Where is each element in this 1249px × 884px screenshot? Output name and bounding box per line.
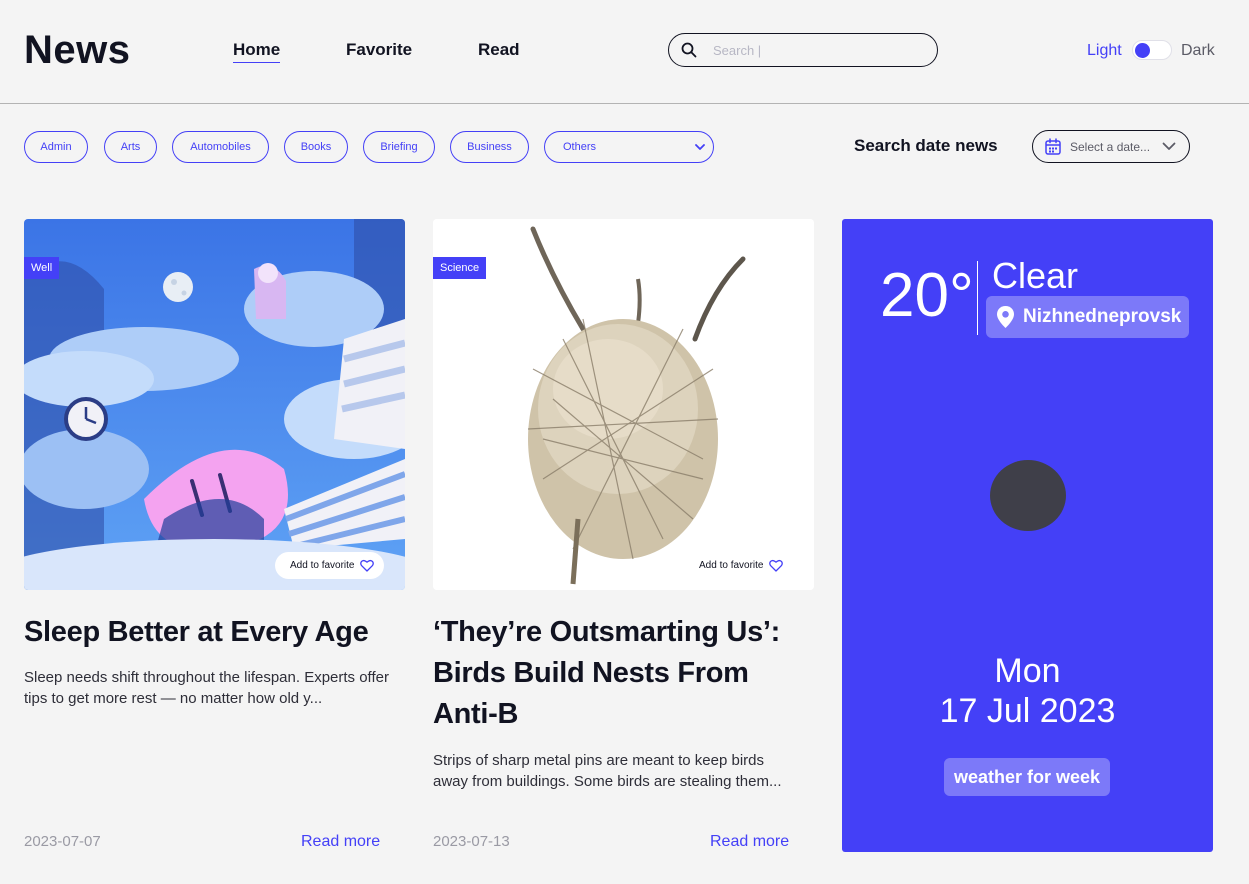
- nav-favorite[interactable]: Favorite: [346, 40, 412, 60]
- favorite-label: Add to favorite: [290, 560, 355, 571]
- category-arts[interactable]: Arts: [104, 131, 157, 163]
- weather-date: 17 Jul 2023: [939, 692, 1116, 730]
- heart-icon: [769, 559, 784, 572]
- theme-toggle[interactable]: [1132, 40, 1172, 60]
- article-title[interactable]: Sleep Better at Every Age: [24, 612, 405, 653]
- theme-light-label: Light: [1087, 42, 1122, 59]
- article-image-sleep[interactable]: Well Add to favorite: [24, 219, 405, 590]
- article-title[interactable]: ‘They’re Outsmarting Us’: Birds Build Ne…: [433, 612, 814, 735]
- weather-widget: 20° Clear Nizhnedneprovsk Mon 17 Jul 202…: [842, 219, 1213, 852]
- weather-temperature: 20°: [880, 261, 974, 330]
- category-automobiles[interactable]: Automobiles: [172, 131, 269, 163]
- header: News Home Favorite Read Light Dark: [0, 0, 1249, 104]
- add-to-favorite-button[interactable]: Add to favorite: [275, 552, 385, 579]
- bird-nest-photo: [433, 219, 814, 590]
- date-search-label: Search date news: [854, 136, 998, 155]
- weather-condition: Clear: [992, 255, 1079, 296]
- weather-day: Mon: [994, 652, 1061, 690]
- article-image-nest[interactable]: Science Add to favorite: [433, 219, 814, 590]
- weather-condition-icon: [990, 460, 1066, 531]
- weather-for-week-button[interactable]: weather for week: [944, 758, 1110, 796]
- article-description: Strips of sharp metal pins are meant to …: [433, 752, 782, 790]
- category-books[interactable]: Books: [284, 131, 348, 163]
- theme-dark-label: Dark: [1181, 42, 1215, 59]
- tag-label: Science: [433, 257, 487, 279]
- weather-location: Nizhnedneprovsk: [986, 296, 1190, 338]
- add-to-favorite-button[interactable]: Add to favorite: [684, 552, 794, 579]
- nav-home[interactable]: Home: [233, 40, 281, 63]
- category-admin[interactable]: Admin: [24, 131, 88, 163]
- category-briefing[interactable]: Briefing: [363, 131, 435, 163]
- search-input[interactable]: [713, 40, 923, 60]
- article-date: 2023-07-07: [24, 833, 101, 850]
- logo[interactable]: News: [24, 28, 131, 73]
- location-pin-icon: [997, 306, 1014, 328]
- calendar-icon: [1045, 138, 1061, 155]
- search-icon[interactable]: [681, 42, 697, 58]
- sleep-illustration: [24, 219, 405, 590]
- date-picker[interactable]: Select a date...: [1032, 130, 1190, 163]
- weather-divider: [977, 261, 978, 335]
- others-label: Others: [563, 141, 597, 153]
- read-more-link[interactable]: Read more: [301, 833, 380, 851]
- nav-read[interactable]: Read: [478, 40, 520, 60]
- article-description: Sleep needs shift throughout the lifespa…: [24, 669, 389, 707]
- weather-location-name: Nizhnedneprovsk: [1023, 306, 1182, 327]
- toggle-knob: [1135, 43, 1150, 58]
- article-date: 2023-07-13: [433, 833, 510, 850]
- others-dropdown[interactable]: Others: [544, 131, 714, 163]
- chevron-down-icon: [695, 144, 705, 150]
- category-business[interactable]: Business: [450, 131, 529, 163]
- chevron-down-icon: [1162, 142, 1176, 150]
- heart-icon: [360, 559, 375, 572]
- search-bar: [668, 33, 938, 67]
- read-more-link[interactable]: Read more: [710, 833, 789, 851]
- tag-label: Well: [24, 257, 60, 279]
- date-picker-placeholder: Select a date...: [1070, 140, 1151, 154]
- favorite-label: Add to favorite: [699, 560, 764, 571]
